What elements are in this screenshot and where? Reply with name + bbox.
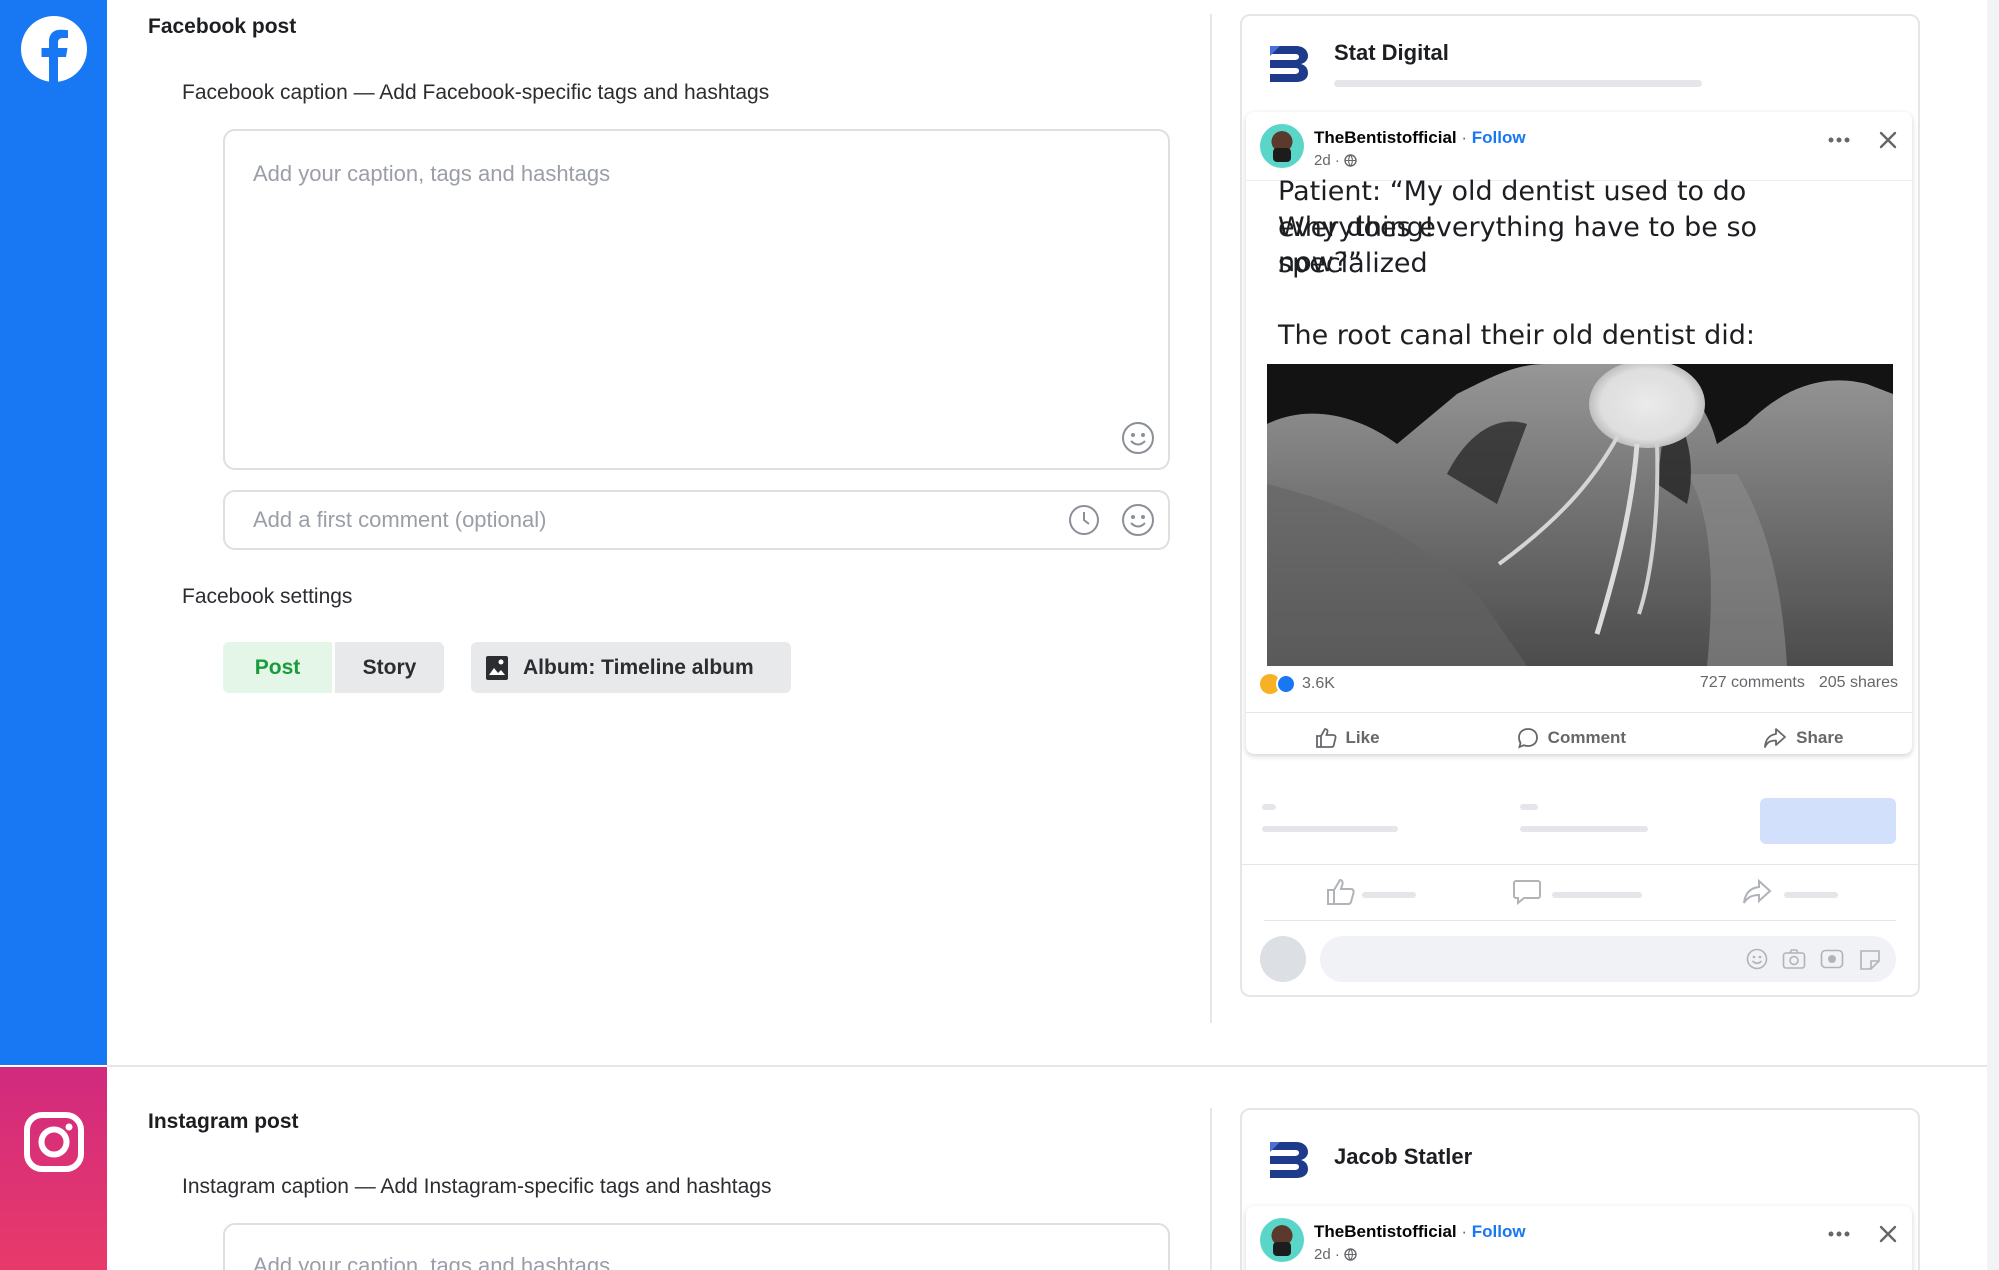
column-divider: [1210, 14, 1212, 1023]
clock-icon[interactable]: [1066, 502, 1102, 538]
stat-digital-logo-icon: [1270, 1142, 1308, 1178]
facebook-caption-label: Facebook caption — Add Facebook-specific…: [182, 81, 770, 104]
skeleton-bar: [1262, 826, 1398, 832]
section-divider: [107, 1065, 1999, 1067]
skeleton-bar: [1520, 804, 1538, 810]
post-top-actions: [1828, 130, 1898, 150]
instagram-caption-placeholder: Add your caption, tags and hashtags: [253, 1253, 611, 1270]
facebook-strip: [0, 0, 107, 1065]
skeleton-divider: [1242, 864, 1918, 865]
globe-icon: [1344, 154, 1357, 167]
skeleton-comment-field: [1320, 936, 1896, 982]
camera-icon: [1782, 949, 1806, 969]
ellipsis-icon[interactable]: [1828, 1231, 1850, 1237]
facebook-logo-icon: [20, 16, 87, 82]
post-time: 2d ·: [1314, 1246, 1340, 1263]
facebook-post-preview: TheBentistofficial · Follow 2d · Patient…: [1246, 112, 1912, 754]
share-icon: [1743, 878, 1772, 904]
post-stats: 3.6K 727 comments 205 shares: [1260, 674, 1898, 694]
skeleton-avatar: [1260, 936, 1306, 982]
post-type-story-button[interactable]: Story: [335, 642, 444, 693]
instagram-strip: [0, 1067, 107, 1270]
sticker-icon: [1860, 950, 1880, 970]
preview-brand-row: Jacob Statler: [1266, 1136, 1472, 1180]
post-author-name[interactable]: TheBentistofficial: [1314, 128, 1457, 147]
avatar: [1260, 124, 1304, 168]
share-icon: [1764, 727, 1787, 748]
album-icon: [486, 655, 508, 680]
post-action-bar: Like Comment Share: [1246, 712, 1912, 754]
smiley-icon: [1746, 948, 1768, 970]
first-comment-input[interactable]: Add a first comment (optional): [223, 490, 1170, 550]
skeleton-button: [1760, 798, 1896, 844]
preview-name-skeleton: [1334, 80, 1702, 87]
author-separator: ·: [1456, 1222, 1472, 1241]
post-text-line: The root canal their old dentist did:: [1278, 320, 1755, 351]
thumbs-up-icon: [1315, 727, 1337, 748]
follow-link[interactable]: Follow: [1472, 128, 1526, 147]
post-meta: 2d ·: [1314, 152, 1526, 169]
skeleton-bar: [1262, 804, 1276, 810]
comment-button[interactable]: Comment: [1517, 727, 1626, 749]
comments-count[interactable]: 727 comments: [1700, 674, 1805, 694]
reactions-summary[interactable]: 3.6K: [1260, 674, 1335, 694]
globe-icon: [1344, 1248, 1357, 1261]
smiley-icon[interactable]: [1120, 420, 1156, 456]
skeleton-divider: [1264, 920, 1896, 921]
stat-digital-logo-icon: [1270, 46, 1308, 82]
skeleton-bar: [1520, 826, 1648, 832]
share-label: Share: [1796, 727, 1844, 747]
first-comment-placeholder: Add a first comment (optional): [253, 507, 547, 532]
preview-page-name: Jacob Statler: [1334, 1144, 1473, 1169]
author-separator: ·: [1456, 128, 1472, 147]
post-header: TheBentistofficial · Follow 2d ·: [1260, 124, 1526, 169]
thumbs-up-icon: [1327, 878, 1355, 905]
post-header: TheBentistofficial · Follow 2d ·: [1260, 1218, 1526, 1263]
instagram-post-preview: TheBentistofficial · Follow 2d ·: [1246, 1206, 1912, 1270]
follow-link[interactable]: Follow: [1472, 1222, 1526, 1241]
facebook-section-title: Facebook post: [148, 15, 297, 38]
facebook-settings-label: Facebook settings: [182, 585, 353, 608]
close-icon[interactable]: [1878, 130, 1898, 150]
album-select-button[interactable]: Album: Timeline album: [471, 642, 791, 693]
facebook-caption-placeholder: Add your caption, tags and hashtags: [253, 161, 611, 186]
like-reaction-icon: [1276, 674, 1296, 694]
post-author-line: TheBentistofficial · Follow: [1314, 128, 1526, 148]
comment-icon: [1513, 880, 1541, 906]
like-label: Like: [1345, 727, 1380, 747]
ellipsis-icon[interactable]: [1828, 137, 1850, 143]
instagram-caption-input[interactable]: Add your caption, tags and hashtags: [223, 1223, 1170, 1270]
smiley-icon[interactable]: [1120, 502, 1156, 538]
close-icon[interactable]: [1878, 1224, 1898, 1244]
column-divider: [1210, 1108, 1212, 1270]
post-time: 2d ·: [1314, 152, 1340, 169]
gif-icon: [1820, 949, 1844, 969]
skeleton-bar: [1362, 892, 1416, 898]
preview-page-name: Stat Digital: [1334, 40, 1449, 65]
post-author-name[interactable]: TheBentistofficial: [1314, 1222, 1457, 1241]
post-author-line: TheBentistofficial · Follow: [1314, 1222, 1526, 1242]
instagram-caption-label: Instagram caption — Add Instagram-specif…: [182, 1175, 772, 1198]
album-label: Album: Timeline album: [523, 655, 754, 679]
share-button[interactable]: Share: [1763, 727, 1843, 749]
xray-image: [1267, 364, 1893, 666]
comment-label: Comment: [1547, 727, 1627, 747]
post-type-post-button[interactable]: Post: [223, 642, 332, 693]
facebook-caption-input[interactable]: Add your caption, tags and hashtags: [223, 129, 1170, 470]
reactions-count: 3.6K: [1302, 675, 1335, 692]
comment-icon: [1517, 727, 1538, 749]
post-top-actions: [1828, 1224, 1898, 1244]
skeleton-bar: [1784, 892, 1838, 898]
shares-count[interactable]: 205 shares: [1819, 674, 1898, 694]
preview-brand-row: Stat Digital: [1266, 40, 1702, 87]
right-edge: [1987, 0, 1999, 1270]
post-image-xray[interactable]: [1267, 364, 1893, 666]
avatar: [1260, 1218, 1304, 1262]
post-text-line: now?”: [1278, 247, 1363, 278]
instagram-logo-icon: [23, 1112, 84, 1172]
instagram-section-title: Instagram post: [148, 1110, 299, 1133]
post-meta: 2d ·: [1314, 1246, 1526, 1263]
like-button[interactable]: Like: [1315, 727, 1380, 749]
skeleton-bar: [1552, 892, 1642, 898]
